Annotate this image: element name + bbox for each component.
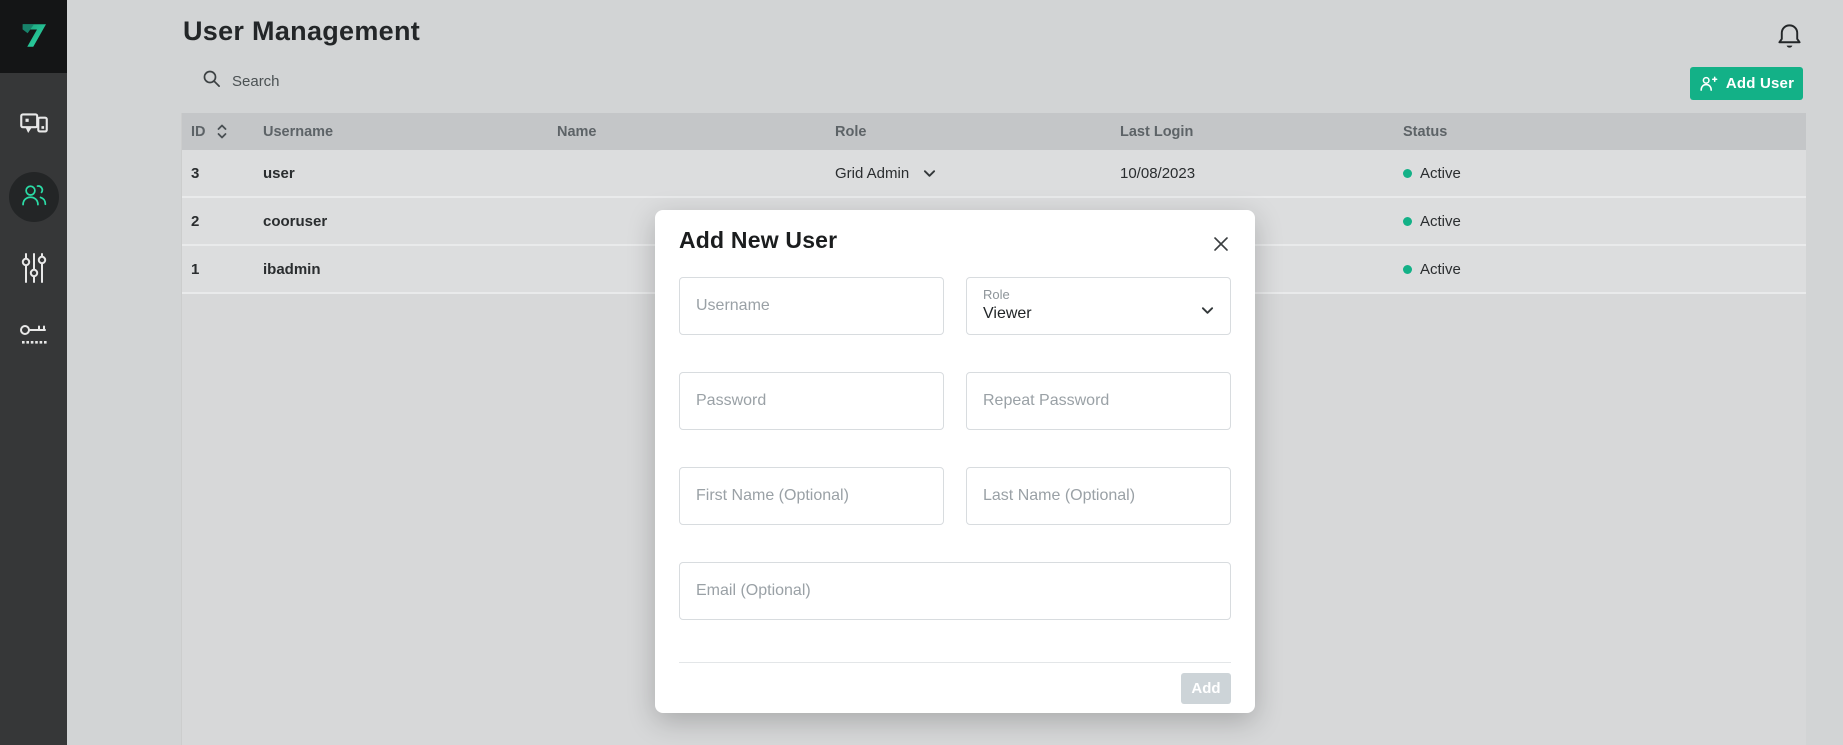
last-login: 10/08/2023 xyxy=(1107,165,1390,182)
sidebar-item-settings[interactable] xyxy=(0,248,67,292)
column-header-role: Role xyxy=(822,124,1107,140)
status-badge: Active xyxy=(1420,165,1461,182)
devices-icon xyxy=(17,107,51,146)
notification-bell-icon[interactable] xyxy=(1772,18,1806,54)
table-row: 3 user Grid Admin 10/08/2023 Active xyxy=(182,150,1806,198)
modal-title: Add New User xyxy=(679,227,1231,254)
chevron-down-icon xyxy=(1201,302,1214,320)
chevron-down-icon xyxy=(923,169,936,178)
close-icon[interactable] xyxy=(1209,232,1233,256)
sidebar-item-devices[interactable] xyxy=(0,104,67,148)
column-header-name: Name xyxy=(544,124,822,140)
username: user xyxy=(263,165,295,182)
user-id: 2 xyxy=(191,213,199,230)
modal-footer: Add xyxy=(679,673,1231,704)
status-badge: Active xyxy=(1420,213,1461,230)
brand-logo-icon xyxy=(16,16,52,57)
key-icon xyxy=(17,320,51,357)
users-icon xyxy=(20,181,48,214)
role-dropdown-label: Role xyxy=(983,287,1214,302)
first-name-field[interactable] xyxy=(679,467,944,525)
user-id: 3 xyxy=(191,165,199,182)
column-header-status: Status xyxy=(1390,124,1806,140)
modal-divider xyxy=(679,662,1231,663)
role-dropdown[interactable]: Role Viewer xyxy=(966,277,1231,335)
password-field[interactable] xyxy=(679,372,944,430)
search-icon xyxy=(202,69,221,93)
person-plus-icon xyxy=(1699,75,1718,92)
last-name-field[interactable] xyxy=(966,467,1231,525)
role-dropdown-value: Viewer xyxy=(983,305,1214,323)
add-user-button[interactable]: Add User xyxy=(1690,67,1803,100)
sliders-icon xyxy=(18,250,50,291)
active-indicator xyxy=(9,172,59,222)
username-field[interactable] xyxy=(679,277,944,335)
status-dot-icon xyxy=(1403,217,1412,226)
username: cooruser xyxy=(263,213,327,230)
role-select[interactable]: Grid Admin xyxy=(835,165,936,182)
role-value: Grid Admin xyxy=(835,165,909,182)
table-header-row: ID Username Name Role Last Login Status xyxy=(182,113,1806,150)
repeat-password-field[interactable] xyxy=(966,372,1231,430)
sidebar-item-access-key[interactable] xyxy=(0,318,67,358)
add-user-label: Add User xyxy=(1726,75,1794,92)
search-input[interactable] xyxy=(230,72,450,91)
brand-logo[interactable] xyxy=(0,0,67,73)
username: ibadmin xyxy=(263,261,321,278)
email-field[interactable] xyxy=(679,562,1231,620)
sort-arrows-icon[interactable] xyxy=(216,123,228,140)
add-button[interactable]: Add xyxy=(1181,673,1231,704)
column-header-id[interactable]: ID xyxy=(182,123,250,140)
page-title: User Management xyxy=(183,16,420,47)
add-new-user-modal: Add New User Role Viewer Add xyxy=(655,210,1255,713)
status-dot-icon xyxy=(1403,265,1412,274)
sidebar xyxy=(0,0,67,745)
column-header-username: Username xyxy=(250,124,544,140)
user-id: 1 xyxy=(191,261,199,278)
status-badge: Active xyxy=(1420,261,1461,278)
modal-form: Role Viewer xyxy=(679,277,1231,620)
column-header-last-login: Last Login xyxy=(1107,124,1390,140)
sidebar-item-users[interactable] xyxy=(0,171,67,223)
status-dot-icon xyxy=(1403,169,1412,178)
search-box xyxy=(202,65,450,97)
